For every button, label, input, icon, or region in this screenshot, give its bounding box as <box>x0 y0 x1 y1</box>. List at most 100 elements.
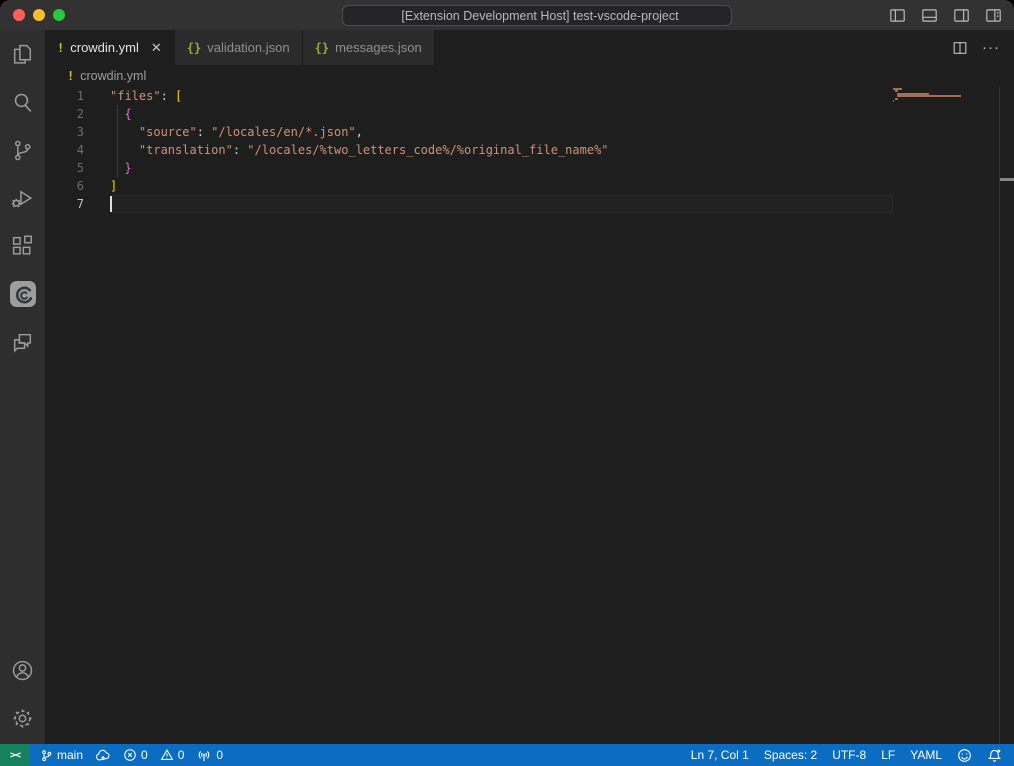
branch-icon <box>40 749 53 762</box>
tab-messages-json[interactable]: {} messages.json <box>303 30 435 65</box>
line-number: 2 <box>45 105 110 123</box>
status-errors-label: 0 <box>141 748 148 762</box>
activity-item-run-and-debug[interactable] <box>0 174 45 222</box>
code-line-6[interactable]: 6] <box>45 177 1014 195</box>
customize-layout-button[interactable] <box>983 5 1004 26</box>
line-content: "files": [ <box>110 87 1014 105</box>
activity-item-source-control[interactable] <box>0 126 45 174</box>
panel-bottom-icon <box>921 7 938 24</box>
editor-actions: ··· <box>952 30 1014 65</box>
status-eol-label: LF <box>881 748 895 762</box>
code-editor[interactable]: 1"files": [2 {3 "source": "/locales/en/*… <box>45 87 1014 744</box>
tab-label: validation.json <box>207 40 289 55</box>
activity-item-settings[interactable] <box>0 694 45 742</box>
line-content: ] <box>110 177 1014 195</box>
remote-icon: >< <box>10 750 20 761</box>
status-branch-label: main <box>57 748 83 762</box>
status-eol[interactable]: LF <box>881 744 895 766</box>
panel-left-icon <box>889 7 906 24</box>
code-token: "/locales/%two_letters_code%/%original_f… <box>247 143 608 157</box>
status-language-mode[interactable]: YAML <box>910 744 942 766</box>
indent-guide <box>117 159 118 177</box>
status-publish-changes[interactable] <box>95 744 111 766</box>
code-token: "translation" <box>139 143 233 157</box>
tab-crowdin-yml[interactable]: !crowdin.yml✕ <box>45 30 175 65</box>
broadcast-icon <box>196 748 212 762</box>
breadcrumb[interactable]: ! crowdin.yml <box>45 65 1014 87</box>
breadcrumb-file-label: crowdin.yml <box>80 69 146 83</box>
overview-ruler-scrollbar[interactable] <box>999 87 1014 744</box>
crowdin-icon <box>9 280 37 308</box>
cursor-position-marker <box>1000 178 1014 181</box>
activity-item-crowdin[interactable] <box>0 270 45 318</box>
close-window-button[interactable] <box>13 9 25 21</box>
tab-label: messages.json <box>335 40 422 55</box>
line-content: "translation": "/locales/%two_letters_co… <box>110 141 1014 159</box>
status-feedback[interactable] <box>957 744 972 766</box>
activity-bar <box>0 30 45 744</box>
title-bar: [Extension Development Host] test-vscode… <box>0 0 1014 30</box>
status-warnings[interactable]: 0 <box>160 744 185 766</box>
minimap-line <box>893 100 894 102</box>
account-icon <box>10 658 35 683</box>
code-line-4[interactable]: 4 "translation": "/locales/%two_letters_… <box>45 141 1014 159</box>
code-token: "files" <box>110 89 161 103</box>
settings-icon <box>10 706 35 731</box>
command-center[interactable]: [Extension Development Host] test-vscode… <box>342 5 732 26</box>
window-controls <box>13 9 65 21</box>
status-warnings-label: 0 <box>178 748 185 762</box>
tab-label: crowdin.yml <box>70 40 139 55</box>
status-encoding-label: UTF-8 <box>832 748 866 762</box>
minimap-line <box>897 95 961 97</box>
status-language-mode-label: YAML <box>910 748 942 762</box>
status-notifications[interactable] <box>987 744 1002 766</box>
code-token: : <box>197 125 211 139</box>
line-content: "source": "/locales/en/*.json", <box>110 123 1014 141</box>
cloud-upload-icon <box>95 749 111 762</box>
code-token <box>110 125 139 139</box>
zoom-window-button[interactable] <box>53 9 65 21</box>
toggle-secondary-sidebar-button[interactable] <box>951 5 972 26</box>
toggle-panel-button[interactable] <box>919 5 940 26</box>
minimize-window-button[interactable] <box>33 9 45 21</box>
line-number: 1 <box>45 87 110 105</box>
code-token: ] <box>110 179 117 193</box>
tab-validation-json[interactable]: {} validation.json <box>175 30 303 65</box>
warning-icon <box>160 748 174 762</box>
activity-item-comments[interactable] <box>0 318 45 366</box>
activity-item-accounts[interactable] <box>0 646 45 694</box>
more-actions-button[interactable]: ··· <box>982 43 1000 53</box>
activity-item-search[interactable] <box>0 78 45 126</box>
status-broadcast[interactable]: 0 <box>196 744 223 766</box>
json-file-icon: {} <box>187 41 201 55</box>
status-errors[interactable]: 0 <box>123 744 148 766</box>
status-indentation[interactable]: Spaces: 2 <box>764 744 817 766</box>
code-line-1[interactable]: 1"files": [ <box>45 87 1014 105</box>
json-file-icon: {} <box>315 41 329 55</box>
files-icon <box>10 42 35 67</box>
code-line-5[interactable]: 5 } <box>45 159 1014 177</box>
status-cursor-position[interactable]: Ln 7, Col 1 <box>691 744 749 766</box>
activity-item-extensions[interactable] <box>0 222 45 270</box>
status-remote[interactable]: >< <box>0 744 30 766</box>
status-encoding[interactable]: UTF-8 <box>832 744 866 766</box>
smiley-icon <box>957 748 972 763</box>
activity-item-explorer[interactable] <box>0 30 45 78</box>
close-tab-icon[interactable]: ✕ <box>151 41 162 54</box>
indent-guide <box>117 141 118 159</box>
status-branch[interactable]: main <box>40 744 83 766</box>
source-control-icon <box>10 138 35 163</box>
code-line-3[interactable]: 3 "source": "/locales/en/*.json", <box>45 123 1014 141</box>
bell-icon <box>987 748 1002 763</box>
minimap[interactable] <box>893 88 1000 105</box>
code-token: "source" <box>139 125 197 139</box>
code-line-2[interactable]: 2 { <box>45 105 1014 123</box>
vscode-window: [Extension Development Host] test-vscode… <box>0 0 1014 766</box>
error-icon <box>123 748 137 762</box>
editor-group: !crowdin.yml✕{}validation.json{}messages… <box>45 30 1014 744</box>
code-line-7[interactable]: 7 <box>45 195 1014 213</box>
minimap-line <box>895 98 898 100</box>
indent-guide <box>117 123 118 141</box>
toggle-primary-sidebar-button[interactable] <box>887 5 908 26</box>
split-editor-button[interactable] <box>952 40 968 56</box>
